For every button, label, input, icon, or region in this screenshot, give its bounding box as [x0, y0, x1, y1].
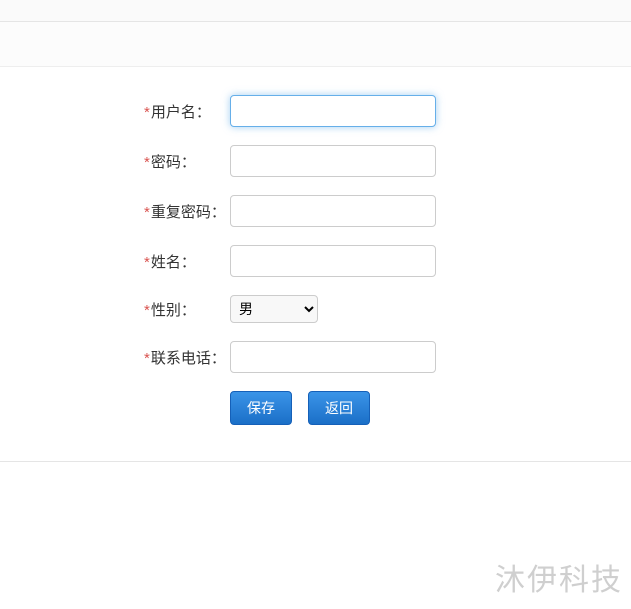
form-row-username: *用户名： — [0, 95, 631, 127]
button-row: 保存 返回 — [0, 391, 631, 425]
sub-header — [0, 22, 631, 67]
username-input[interactable] — [230, 95, 436, 127]
required-mark: * — [144, 254, 150, 271]
required-mark: * — [144, 302, 150, 319]
gender-select[interactable]: 男 — [230, 295, 318, 323]
back-button[interactable]: 返回 — [308, 391, 370, 425]
form-row-password-confirm: *重复密码： — [0, 195, 631, 227]
form-row-name: *姓名： — [0, 245, 631, 277]
required-mark: * — [144, 204, 150, 221]
phone-label: *联系电话： — [144, 347, 230, 368]
password-label-text: 密码： — [151, 154, 196, 171]
phone-label-text: 联系电话： — [151, 350, 226, 367]
gender-label: *性别： — [144, 299, 230, 320]
form-row-gender: *性别： 男 — [0, 295, 631, 323]
username-label-text: 用户名： — [151, 104, 211, 121]
header-bar — [0, 0, 631, 22]
password-input[interactable] — [230, 145, 436, 177]
name-label: *姓名： — [144, 251, 230, 272]
required-mark: * — [144, 104, 150, 121]
watermark: 沐伊科技 — [495, 555, 623, 599]
password-confirm-input[interactable] — [230, 195, 436, 227]
password-confirm-label: *重复密码： — [144, 201, 230, 222]
save-button[interactable]: 保存 — [230, 391, 292, 425]
phone-input[interactable] — [230, 341, 436, 373]
password-confirm-label-text: 重复密码： — [151, 204, 226, 221]
username-label: *用户名： — [144, 101, 230, 122]
gender-label-text: 性别： — [151, 302, 196, 319]
form-row-password: *密码： — [0, 145, 631, 177]
required-mark: * — [144, 350, 150, 367]
required-mark: * — [144, 154, 150, 171]
form-container: *用户名： *密码： *重复密码： *姓名： *性别： 男 *联系电话： — [0, 67, 631, 462]
form-row-phone: *联系电话： — [0, 341, 631, 373]
name-input[interactable] — [230, 245, 436, 277]
password-label: *密码： — [144, 151, 230, 172]
name-label-text: 姓名： — [151, 254, 196, 271]
